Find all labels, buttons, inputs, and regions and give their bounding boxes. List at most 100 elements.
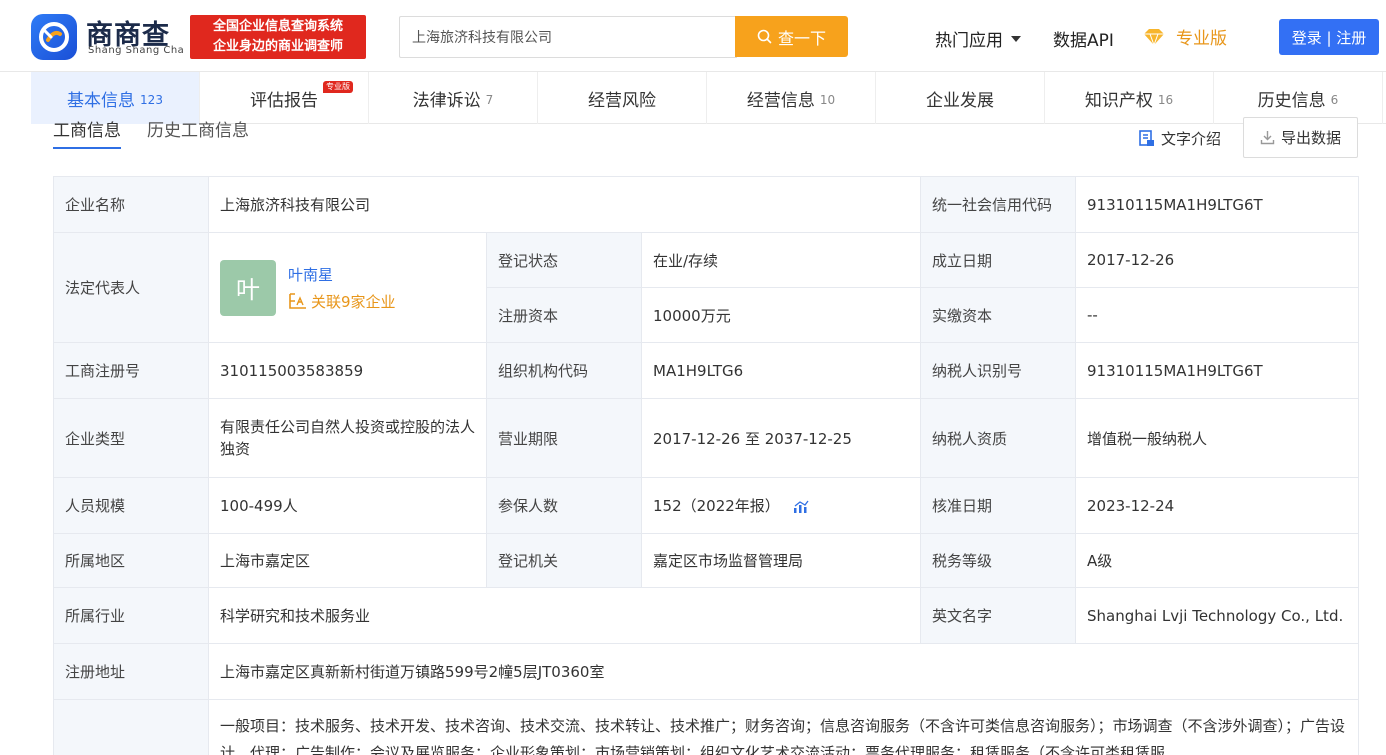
search-button-label: 查一下 [777,28,826,48]
business-scope-value: 一般项目：技术服务、技术开发、技术咨询、技术交流、技术转让、技术推广；财务咨询；… [208,699,1359,755]
table-row: 法定代表人 叶 叶南星 关联9家企业 登记状态 在业/存续 成立日期 2017-… [53,232,1359,343]
slogan-line-2: 企业身边的商业调查师 [212,39,343,54]
reg-authority-label: 登记机关 [486,533,642,588]
slogan-banner: 全国企业信息查询系统 企业身边的商业调查师 [190,15,366,59]
table-row: 人员规模 100-499人 参保人数 152（2022年报） 核准日期 2023… [53,477,1359,534]
related-companies-link[interactable]: 关联9家企业 [288,291,396,312]
top-header: 商商查 Shang Shang Cha 全国企业信息查询系统 企业身边的商业调查… [0,0,1386,72]
tab-business-info[interactable]: 经营信息 10 [707,72,876,124]
download-icon [1260,131,1275,145]
text-intro-link[interactable]: 文字介绍 [1139,128,1221,149]
tab-label: 法律诉讼 [412,90,481,111]
legal-rep-cell: 叶 叶南星 关联9家企业 [208,232,487,343]
table-row: 所属行业 科学研究和技术服务业 英文名字 Shanghai Lvji Techn… [53,587,1359,644]
reg-address-value: 上海市嘉定区真新新村街道万镇路599号2幢5层JT0360室 [208,643,1359,700]
tab-count: 6 [1330,92,1339,107]
company-type-label: 企业类型 [53,398,209,478]
industry-value: 科学研究和技术服务业 [208,587,921,644]
taxpayer-id-label: 纳税人识别号 [920,342,1076,399]
sub-tabs: 工商信息 历史工商信息 [53,120,249,150]
tab-label: 历史信息 [1257,90,1326,111]
table-row: 所属地区 上海市嘉定区 登记机关 嘉定区市场监督管理局 税务等级 A级 [53,533,1359,588]
table-row: 一般项目：技术服务、技术开发、技术咨询、技术交流、技术转让、技术推广；财务咨询；… [53,699,1359,755]
staff-size-value: 100-499人 [208,477,487,534]
tab-basic-info[interactable]: 基本信息 123 [31,72,200,124]
insured-count-label: 参保人数 [486,477,642,534]
reg-status-label: 登记状态 [486,232,642,288]
tab-legal[interactable]: 法律诉讼 7 [369,72,538,124]
company-type-value: 有限责任公司自然人投资或控股的法人独资 [208,398,487,478]
reg-address-label: 注册地址 [53,643,209,700]
text-intro-label: 文字介绍 [1161,130,1222,148]
nav-pro-label: 专业版 [1176,29,1227,49]
tab-business-risk[interactable]: 经营风险 [538,72,707,124]
credit-code-value: 91310115MA1H9LTG6T [1075,176,1359,233]
legal-rep-name-link[interactable]: 叶南星 [288,264,396,285]
tab-count: 16 [1157,92,1174,107]
table-row: 工商注册号 310115003583859 组织机构代码 MA1H9LTG6 纳… [53,342,1359,399]
login-register-button[interactable]: 登录 | 注册 [1279,19,1379,55]
tab-development[interactable]: 企业发展 [876,72,1045,124]
subtab-business-info[interactable]: 工商信息 [53,120,121,149]
staff-size-label: 人员规模 [53,477,209,534]
export-data-button[interactable]: 导出数据 [1243,117,1358,158]
tab-count: 7 [485,92,494,107]
english-name-label: 英文名字 [920,587,1076,644]
search-icon [757,29,772,44]
business-info-table: 企业名称 上海旅济科技有限公司 统一社会信用代码 91310115MA1H9LT… [53,176,1359,755]
tab-label: 基本信息 [67,90,136,111]
diamond-icon [1144,28,1164,46]
logo-icon[interactable] [31,14,77,60]
caret-down-icon [1011,35,1021,42]
export-data-label: 导出数据 [1280,129,1341,147]
reg-authority-value: 嘉定区市场监督管理局 [641,533,921,588]
tab-label: 评估报告 [250,90,318,111]
business-scope-label [53,699,209,755]
company-name-label: 企业名称 [53,176,209,233]
nav-hot-apps-label: 热门应用 [935,31,1003,51]
table-row: 企业类型 有限责任公司自然人投资或控股的法人独资 营业期限 2017-12-26… [53,398,1359,478]
reg-capital-label: 注册资本 [486,287,642,343]
pro-badge: 专业版 [323,81,353,93]
reg-no-label: 工商注册号 [53,342,209,399]
tab-ip[interactable]: 知识产权 16 [1045,72,1214,124]
paid-capital-label: 实缴资本 [920,287,1076,343]
approved-date-value: 2023-12-24 [1075,477,1359,534]
founded-value: 2017-12-26 [1075,232,1359,288]
insured-count-cell: 152（2022年报） [641,477,921,534]
reg-no-value: 310115003583859 [208,342,487,399]
insured-count-value: 152（2022年报） [653,497,780,515]
tax-qualification-label: 纳税人资质 [920,398,1076,478]
document-icon [1139,130,1154,146]
paid-capital-value: -- [1075,287,1359,343]
table-row: 企业名称 上海旅济科技有限公司 统一社会信用代码 91310115MA1H9LT… [53,176,1359,233]
search-button[interactable]: 查一下 [735,16,848,57]
english-name-value: Shanghai Lvji Technology Co., Ltd. [1075,587,1359,644]
founded-label: 成立日期 [920,232,1076,288]
nav-data-api[interactable]: 数据API [1053,26,1114,51]
legal-rep-label: 法定代表人 [53,232,209,343]
subtab-history-business-info[interactable]: 历史工商信息 [147,120,249,149]
region-label: 所属地区 [53,533,209,588]
network-icon [289,293,306,309]
tab-assessment-report[interactable]: 评估报告 专业版 [200,72,369,124]
search-input[interactable] [399,16,737,58]
tax-qualification-value: 增值税一般纳税人 [1075,398,1359,478]
tab-label: 知识产权 [1084,90,1153,111]
related-companies-label: 关联9家企业 [311,292,396,311]
industry-label: 所属行业 [53,587,209,644]
tab-label: 企业发展 [926,90,994,111]
reg-capital-value: 10000万元 [641,287,921,343]
table-row: 注册地址 上海市嘉定区真新新村街道万镇路599号2幢5层JT0360室 [53,643,1359,700]
nav-pro-version[interactable]: 专业版 [1142,24,1227,49]
org-code-label: 组织机构代码 [486,342,642,399]
tab-count: 10 [819,92,836,107]
avatar[interactable]: 叶 [220,259,276,316]
bar-chart-icon[interactable] [793,500,809,514]
nav-hot-apps[interactable]: 热门应用 [935,26,1021,51]
tab-count: 123 [140,92,163,107]
org-code-value: MA1H9LTG6 [641,342,921,399]
tab-label: 经营信息 [746,90,815,111]
reg-status-value: 在业/存续 [641,232,921,288]
tax-grade-value: A级 [1075,533,1359,588]
